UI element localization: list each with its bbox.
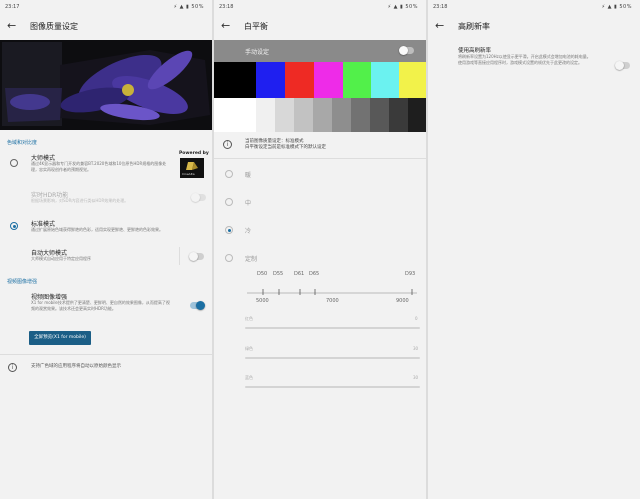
- kelvin-d65: D65: [309, 271, 320, 277]
- blue-slider[interactable]: [245, 386, 420, 388]
- green-slider[interactable]: [245, 357, 420, 359]
- creator-mode-desc: 通过4K显示器和专门开发的兼容BT.2020色域和10位原色HDR规格的图像处理…: [31, 161, 167, 172]
- divider-line: [214, 158, 426, 159]
- cinealta-badge: Powered by CineAlta: [176, 151, 209, 178]
- standard-mode-desc: 通过扩展原始色域获得鲜艳的色彩，适用实现更鲜艳、更鲜艳的色彩效果。: [31, 227, 163, 232]
- blue-slider-label: 蓝色: [245, 375, 253, 380]
- high-refresh-label[interactable]: 使用高刷新率: [458, 46, 491, 54]
- creator-mode-radio[interactable]: [10, 159, 18, 167]
- manual-setting-label: 手动设定: [245, 49, 270, 56]
- page-title: 白平衡: [244, 22, 268, 31]
- back-arrow-icon[interactable]: ←: [435, 19, 447, 33]
- manual-setting-bar[interactable]: 手动设定: [214, 40, 426, 62]
- white-balance-panel: 23:18 ⚡ ▲ ▮ 50% ← 白平衡 手动设定 i 当前图像质量设定：标准…: [214, 0, 426, 499]
- cool-label[interactable]: 冷: [245, 226, 251, 235]
- page-title: 高刷新率: [458, 22, 490, 31]
- auto-creator-mode-toggle[interactable]: [189, 251, 204, 261]
- app-bar: ← 白平衡: [214, 14, 426, 40]
- real-time-hdr-toggle: [191, 192, 206, 202]
- kelvin-d93: D93: [405, 271, 416, 277]
- custom-radio[interactable]: [225, 254, 233, 262]
- vertical-divider: [179, 247, 180, 265]
- info-icon: i: [223, 140, 232, 149]
- status-time: 23:18: [433, 4, 448, 10]
- app-bar: ← 图像质量设定: [0, 14, 212, 40]
- custom-label[interactable]: 定制: [245, 254, 257, 263]
- real-time-hdr-desc: 根据场景影响，对SDR内容进行类似HDR效果的处理。: [31, 198, 129, 203]
- kelvin-5000: 5000: [256, 298, 269, 304]
- neutral-radio[interactable]: [225, 198, 233, 206]
- fullscreen-preview-button[interactable]: 全屏预览(X1 for mobile): [29, 331, 91, 345]
- page-title: 图像质量设定: [30, 22, 78, 31]
- red-slider[interactable]: [245, 327, 420, 329]
- status-bar: 23:18 ⚡ ▲ ▮ 50%: [428, 0, 640, 14]
- video-enhance-desc: X1 for mobile技术提供了更清楚、更鲜明、更自然的效果图像，从而提高了…: [31, 300, 170, 311]
- app-bar: ← 高刷新率: [428, 14, 640, 40]
- back-arrow-icon[interactable]: ←: [221, 19, 233, 33]
- cool-radio[interactable]: [225, 226, 233, 234]
- image-quality-panel: 23:17 ⚡ ▲ ▮ 50% ← 图像质量设定 色域和对比度 大师模式 通过4…: [0, 0, 212, 499]
- green-slider-label: 绿色: [245, 346, 253, 351]
- status-bar: 23:17 ⚡ ▲ ▮ 50%: [0, 0, 212, 14]
- status-icons: ⚡ ▲ ▮ 50%: [173, 4, 204, 10]
- auto-creator-mode-desc: 大师模式自动应用于特定应用程序: [31, 256, 91, 261]
- status-time: 23:17: [5, 4, 20, 10]
- status-icons: ⚡ ▲ ▮ 50%: [387, 4, 418, 10]
- color-test-pattern: [214, 62, 426, 132]
- kelvin-d50: D50: [257, 271, 268, 277]
- high-refresh-rate-panel: 23:18 ⚡ ▲ ▮ 50% ← 高刷新率 使用高刷新率 将刷新率设置为120…: [428, 0, 640, 499]
- warm-radio[interactable]: [225, 170, 233, 178]
- divider-line: [0, 354, 212, 355]
- wide-gamut-info-text: 支持广色域的应用程序将自动以原始颜色显示: [31, 364, 121, 369]
- back-arrow-icon[interactable]: ←: [7, 19, 19, 33]
- powered-by-label: Powered by: [179, 151, 209, 156]
- standard-mode-radio[interactable]: [10, 222, 18, 230]
- cinealta-logo: CineAlta: [180, 158, 204, 178]
- red-slider-value: 0: [415, 316, 418, 321]
- test-pattern-bars: [214, 62, 426, 132]
- red-slider-label: 红色: [245, 316, 253, 321]
- info-icon: i: [8, 363, 17, 372]
- manual-setting-toggle[interactable]: [399, 45, 414, 55]
- status-icons: ⚡ ▲ ▮ 50%: [601, 4, 632, 10]
- kelvin-7000: 7000: [326, 298, 339, 304]
- status-bar: 23:18 ⚡ ▲ ▮ 50%: [214, 0, 426, 14]
- warm-label[interactable]: 暖: [245, 170, 251, 179]
- kelvin-9000: 9000: [396, 298, 409, 304]
- video-enhance-toggle[interactable]: [190, 300, 205, 310]
- section-video-enhance: 视频图像增强: [7, 279, 38, 285]
- kelvin-d55: D55: [273, 271, 284, 277]
- kelvin-slider[interactable]: [247, 282, 417, 295]
- kelvin-tick-marks: [247, 289, 417, 295]
- neutral-label[interactable]: 中: [245, 198, 251, 207]
- section-color-gamut: 色域和对比度: [7, 140, 38, 146]
- green-slider-value: 30: [413, 346, 419, 351]
- kelvin-d61: D61: [294, 271, 305, 277]
- white-balance-info-text: 当前图像质量设定：标准模式 白平衡设定当前是标准模式下的默认设定: [245, 139, 326, 150]
- hero-image: [0, 40, 212, 130]
- high-refresh-desc: 将刷新率设置为120Hz以使显示更平滑。开启此模式会增加电池的耗电量。 使用游戏…: [458, 54, 591, 65]
- flower-tv-illustration: [0, 40, 212, 130]
- high-refresh-toggle[interactable]: [615, 60, 630, 70]
- blue-slider-value: 30: [413, 375, 419, 380]
- cinealta-logo-text: CineAlta: [182, 172, 195, 176]
- status-time: 23:18: [219, 4, 234, 10]
